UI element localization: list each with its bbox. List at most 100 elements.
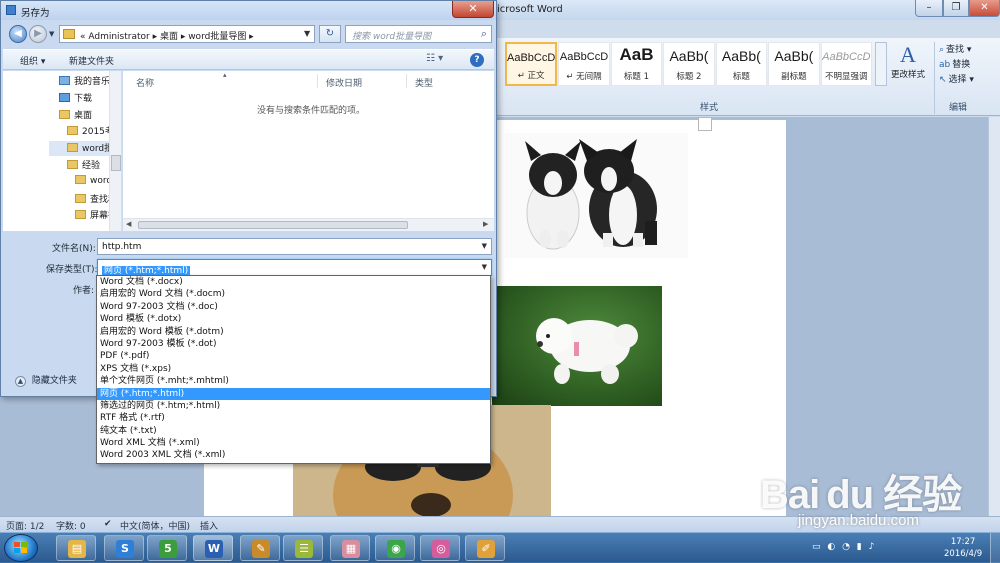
filename-value: http.htm: [102, 242, 142, 252]
folder-tree-item[interactable]: 下载: [59, 91, 92, 106]
filetype-option[interactable]: Word 97-2003 模板 (*.dot): [97, 338, 490, 350]
filetype-option[interactable]: Word 97-2003 文档 (*.doc): [97, 301, 490, 313]
filetype-option[interactable]: XPS 文档 (*.xps): [97, 363, 490, 375]
media-icon: ◎: [432, 540, 450, 558]
clock[interactable]: 17:27 2016/4/9: [944, 536, 982, 560]
help-icon[interactable]: ?: [470, 53, 484, 67]
taskbar-app-button[interactable]: ☰: [283, 535, 323, 561]
dialog-close-button[interactable]: ✕: [452, 1, 494, 18]
style-gallery-item[interactable]: AaBb(副标题: [768, 42, 820, 86]
file-list-hscrollbar[interactable]: ◀ ▶: [123, 218, 494, 231]
style-gallery-item[interactable]: AaB 标题 1: [610, 42, 663, 86]
hide-folders-button[interactable]: ▲ 隐藏文件夹: [15, 373, 77, 387]
chevron-up-icon: ▲: [15, 376, 26, 387]
view-options-icon[interactable]: ☷ ▾: [426, 53, 443, 64]
filetype-option[interactable]: Word XML 文档 (*.xml): [97, 437, 490, 449]
filetype-option[interactable]: 单个文件网页 (*.mht;*.mhtml): [97, 375, 490, 387]
filetype-option[interactable]: PDF (*.pdf): [97, 350, 490, 362]
column-header-type[interactable]: 类型: [415, 76, 433, 89]
style-name: 标题 2: [676, 72, 702, 82]
filetype-option[interactable]: 启用宏的 Word 文档 (*.docm): [97, 288, 490, 300]
change-styles-button[interactable]: A 更改样式: [888, 42, 928, 100]
gallery-scroll-button[interactable]: [875, 42, 887, 86]
taskbar-app-button[interactable]: ◉: [375, 535, 415, 561]
taskbar-app-button[interactable]: ▤: [56, 535, 96, 561]
taskbar-app-button[interactable]: ▦: [330, 535, 370, 561]
column-header-modified[interactable]: 修改日期: [326, 76, 362, 89]
taskbar-app-button[interactable]: ◎: [420, 535, 460, 561]
filetype-option[interactable]: Word 文档 (*.docx): [97, 276, 490, 288]
chevron-down-icon[interactable]: ▼: [482, 263, 487, 271]
search-input[interactable]: 搜索 word批量导图 ⌕: [345, 25, 492, 43]
column-header-name[interactable]: 名称: [136, 76, 154, 89]
style-gallery-item[interactable]: AaBbCcD 不明显强调: [820, 42, 873, 86]
folder-icon: [67, 126, 78, 136]
style-gallery-item[interactable]: AaBb(标题: [715, 42, 768, 86]
chevron-down-icon[interactable]: ▼: [304, 29, 310, 38]
folder-tree-item[interactable]: 桌面: [59, 108, 92, 123]
show-desktop-button[interactable]: [990, 533, 1000, 563]
column-divider[interactable]: [317, 74, 318, 88]
edit-command[interactable]: ↖ 选择 ▾: [939, 72, 996, 87]
folder-tree-item[interactable]: 2015考: [67, 124, 114, 139]
language-indicator[interactable]: 中文(简体，中国): [120, 519, 190, 532]
folder-tree-item[interactable]: word批: [49, 141, 113, 157]
insert-mode[interactable]: 插入: [200, 519, 218, 532]
address-bar[interactable]: « Administrator ▸ 桌面 ▸ word批量导图 ▸ ▼: [59, 25, 315, 43]
taskbar-app-button[interactable]: S: [104, 535, 144, 561]
filetype-option[interactable]: 筛选过的网页 (*.htm;*.html): [97, 400, 490, 412]
recent-locations-dropdown-icon[interactable]: ▼: [49, 30, 54, 38]
filetype-option[interactable]: Word 2003 XML 文档 (*.xml): [97, 449, 490, 461]
folder-tree-item[interactable]: word: [75, 174, 112, 190]
chevron-down-icon[interactable]: ▼: [482, 242, 487, 250]
folder-tree-item[interactable]: 经验: [67, 158, 100, 173]
folder-tree-item[interactable]: 我的音乐: [59, 74, 110, 89]
organize-button[interactable]: 组织 ▾: [20, 54, 45, 67]
minimize-button[interactable]: –: [915, 0, 943, 17]
taskbar-app-button[interactable]: ✎: [240, 535, 280, 561]
search-icon[interactable]: ⌕: [481, 27, 487, 41]
scrollbar-thumb[interactable]: [111, 155, 121, 171]
filename-field[interactable]: http.htm ▼: [97, 238, 492, 255]
scroll-right-icon[interactable]: ▶: [483, 220, 488, 228]
refresh-button[interactable]: ↻: [319, 25, 341, 43]
filetype-option[interactable]: Word 模板 (*.dotx): [97, 313, 490, 325]
restore-button[interactable]: ❐: [943, 0, 969, 17]
edit-command[interactable]: ab 替换: [939, 57, 996, 72]
filetype-option[interactable]: RTF 格式 (*.rtf): [97, 412, 490, 424]
style-gallery-item[interactable]: AaBbCcD ↵ 无间隔: [558, 42, 610, 86]
scrollbar-thumb[interactable]: [138, 221, 408, 229]
word-count[interactable]: 字数: 0: [56, 519, 86, 532]
taskbar-app-button[interactable]: ✐: [465, 535, 505, 561]
page-count[interactable]: 页面: 1/2: [6, 519, 44, 532]
ruler-toggle[interactable]: [698, 117, 712, 131]
close-button[interactable]: ✕: [969, 0, 1000, 17]
document-scrollbar[interactable]: [988, 117, 1000, 516]
style-gallery-item[interactable]: AaBb(标题 2: [663, 42, 715, 86]
start-button[interactable]: [4, 534, 38, 562]
edit-command[interactable]: ⌕ 查找 ▾: [939, 42, 996, 57]
forward-arrow-icon[interactable]: ▶: [29, 25, 47, 43]
photo-white-poodle[interactable]: [492, 286, 662, 406]
proofing-icon[interactable]: ✔: [104, 519, 112, 529]
search-placeholder: 搜索 word批量导图: [352, 32, 432, 42]
back-arrow-icon[interactable]: ◀: [9, 25, 27, 43]
style-gallery-item[interactable]: AaBbCcD ↵ 正文: [505, 42, 558, 86]
taskbar-app-button[interactable]: 5: [147, 535, 187, 561]
column-divider[interactable]: [406, 74, 407, 88]
filetype-select[interactable]: 网页 (*.htm;*.html) ▼: [97, 259, 492, 276]
new-folder-button[interactable]: 新建文件夹: [69, 54, 114, 67]
dialog-titlebar: 另存为 ✕: [1, 1, 496, 20]
photo-boston-terriers[interactable]: [505, 133, 688, 258]
folder-tree-scrollbar[interactable]: [109, 71, 121, 231]
tray-icons[interactable]: ▭ ◐ ◔ ▮ ♪: [812, 542, 876, 552]
sogou-icon: S: [116, 540, 134, 558]
breadcrumb[interactable]: « Administrator ▸ 桌面 ▸ word批量导图 ▸: [80, 29, 254, 42]
filetype-option[interactable]: 网页 (*.htm;*.html): [97, 387, 490, 400]
scroll-left-icon[interactable]: ◀: [126, 220, 131, 228]
windows-logo-icon: [14, 542, 28, 554]
filetype-option[interactable]: 纯文本 (*.txt): [97, 425, 490, 437]
taskbar-app-button[interactable]: W: [193, 535, 233, 561]
download-folder-icon: [59, 92, 70, 102]
filetype-option[interactable]: 启用宏的 Word 模板 (*.dotm): [97, 326, 490, 338]
